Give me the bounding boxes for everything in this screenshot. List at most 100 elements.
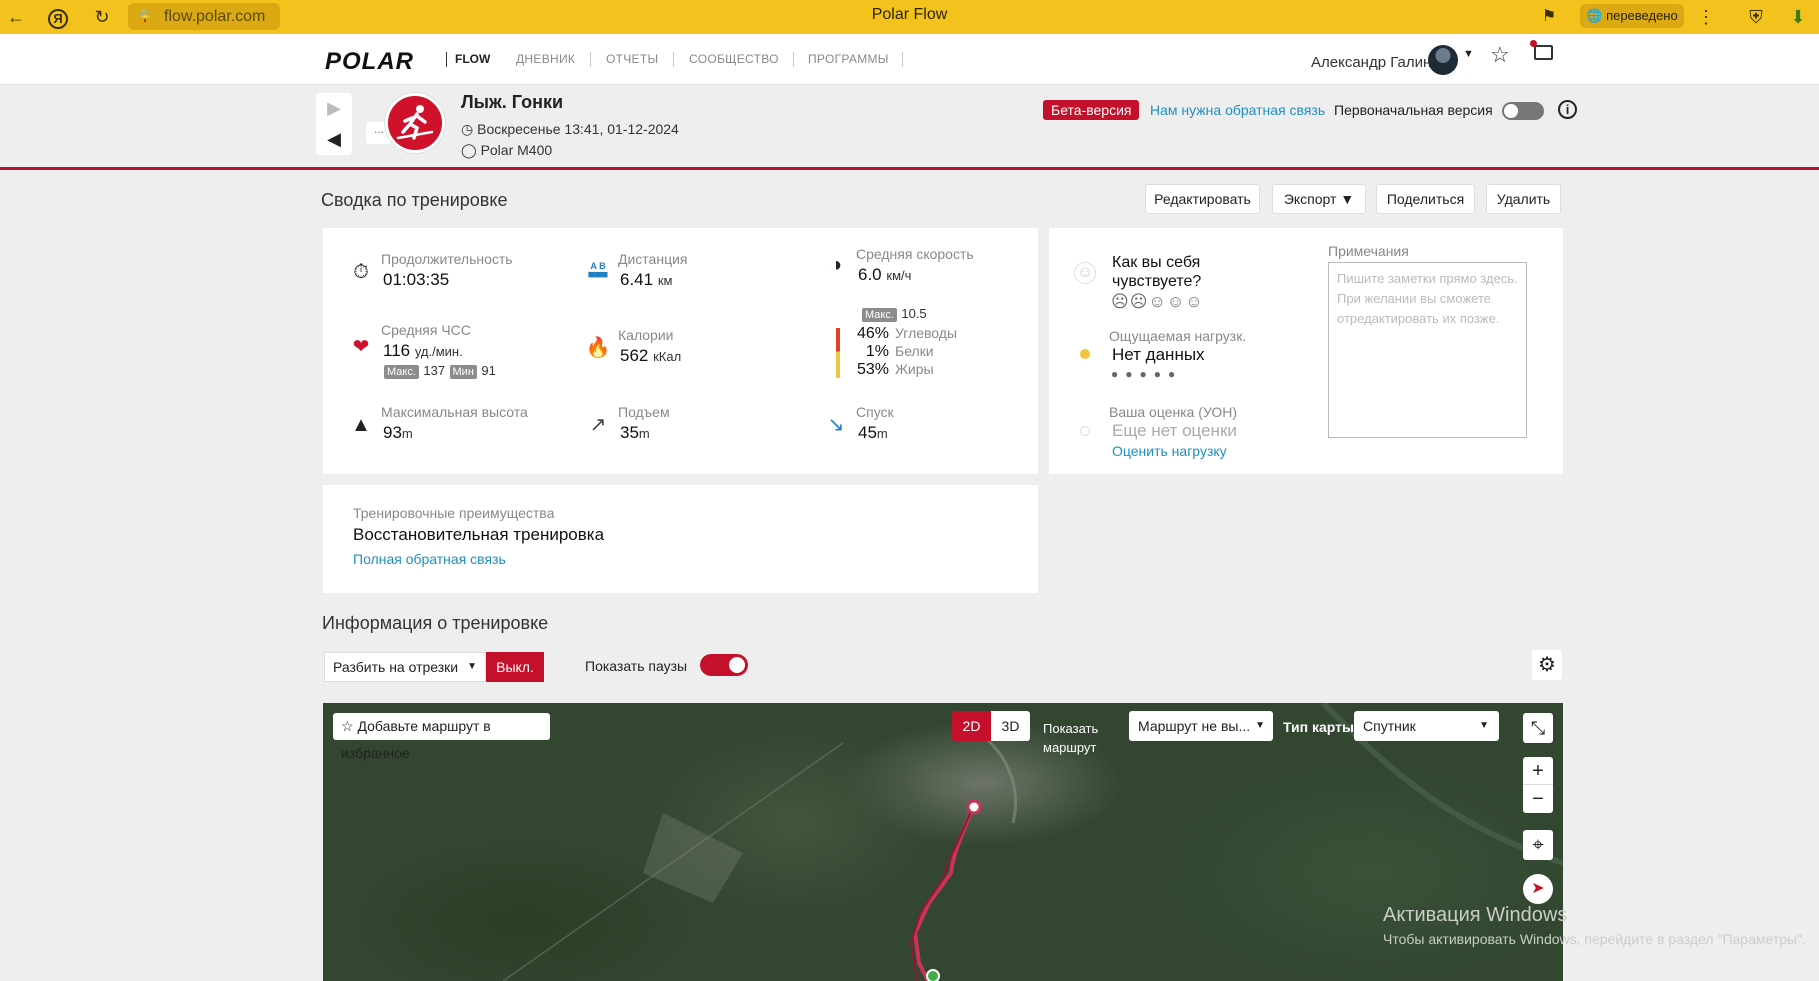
rate-load-link[interactable]: Оценить нагрузку <box>1112 443 1227 459</box>
distance-icon-text: A B <box>590 261 606 271</box>
split-off-button[interactable]: Выкл. <box>486 652 544 682</box>
status-dot <box>1080 349 1090 359</box>
fat-pct: 53% <box>856 361 889 378</box>
fullscreen-icon[interactable]: ⤡ <box>1523 713 1553 743</box>
show-route-label: Показать маршрут <box>1043 721 1099 755</box>
gear-icon[interactable]: ⚙ <box>1532 650 1562 680</box>
mood-rating[interactable]: ☹☹☺☺☺ <box>1111 292 1204 312</box>
map-type-select[interactable]: Спутник ▼ <box>1354 711 1499 741</box>
nav-diary[interactable]: ДНЕВНИК <box>516 52 575 67</box>
skiing-icon <box>385 93 445 153</box>
user-name[interactable]: Александр Галин <box>1311 54 1431 71</box>
route-map[interactable]: ☆ Добавьте маршрут в избранное 2D 3D Пок… <box>323 703 1563 981</box>
ascent-value: 35m <box>620 423 650 443</box>
original-version-toggle[interactable] <box>1502 102 1544 120</box>
nav-programs[interactable]: ПРОГРАММЫ <box>808 52 889 67</box>
star-icon[interactable]: ☆ <box>1490 42 1510 68</box>
delete-button[interactable]: Удалить <box>1486 184 1561 214</box>
avatar[interactable] <box>1428 45 1458 75</box>
map-3d-button[interactable]: 3D <box>991 711 1030 741</box>
benefit-label: Тренировочные преимущества <box>353 505 555 521</box>
rpe-value: Еще нет оценки <box>1112 421 1237 440</box>
activity-nav: ▶ ◀ <box>316 93 352 155</box>
flame-icon: 🔥 <box>585 337 611 359</box>
translated-label: переведено <box>1606 8 1678 23</box>
export-button[interactable]: Экспорт ▼ <box>1272 184 1366 214</box>
heartrate-label: Средняя ЧСС <box>381 322 471 338</box>
macro-bar <box>836 328 840 378</box>
route-select[interactable]: Маршрут не вы... ▼ <box>1129 711 1273 741</box>
max-altitude-value: 93m <box>383 423 413 443</box>
menu-dots-icon[interactable]: ⋮ <box>1692 0 1720 34</box>
feedback-link[interactable]: Нам нужна обратная связь <box>1150 102 1325 118</box>
zoom-out-button[interactable]: − <box>1523 785 1553 813</box>
sport-title: Лыж. Гонки <box>461 92 564 112</box>
show-pauses-toggle[interactable] <box>700 654 748 676</box>
show-pauses-label: Показать паузы <box>585 658 688 674</box>
heartrate-number: 116 <box>383 341 411 360</box>
route-end-marker <box>966 799 982 815</box>
route-start-marker <box>926 969 940 981</box>
original-version-label: Первоначальная версия <box>1334 102 1493 118</box>
next-activity-icon[interactable]: ▶ <box>316 93 352 124</box>
map-type-value: Спутник <box>1363 718 1416 734</box>
bookmark-icon[interactable]: ⚑ <box>1535 0 1563 34</box>
chevron-down-icon[interactable]: ▼ <box>1463 48 1474 60</box>
mood-bad-icon[interactable]: ☹ <box>1130 292 1149 311</box>
map-type-label: Тип карты <box>1283 719 1354 735</box>
mood-good-icon[interactable]: ☺ <box>1167 292 1185 311</box>
hr-min-value: 91 <box>481 363 496 378</box>
activity-device-text: Polar M400 <box>480 142 553 158</box>
translate-icon: 🌐 <box>1586 8 1607 23</box>
speed-number: 6.0 <box>858 265 882 284</box>
split-select[interactable]: Разбить на отрезки ▼ <box>324 652 486 682</box>
shield-extension-icon[interactable]: ⛨ <box>1742 0 1770 34</box>
speed-unit: км/ч <box>886 268 912 283</box>
top-nav: POLAR FLOW ДНЕВНИК ОТЧЕТЫ СООБЩЕСТВО ПРО… <box>0 34 1819 85</box>
notes-label: Примечания <box>1328 243 1409 259</box>
activity-device: ◯ Polar M400 <box>461 142 552 159</box>
status-dot-empty <box>1080 426 1090 436</box>
compass-icon[interactable]: ➤ <box>1523 874 1553 904</box>
mood-neutral-icon[interactable]: ☺ <box>1148 292 1166 311</box>
zoom-in-button[interactable]: + <box>1523 757 1553 785</box>
descent-icon: ↘ <box>827 414 845 436</box>
speedometer-icon: ◑ <box>829 254 843 276</box>
notes-textarea[interactable]: Пишите заметки прямо здесь. При желании … <box>1328 262 1527 438</box>
translated-badge[interactable]: 🌐 переведено <box>1580 4 1684 28</box>
nav-separator <box>793 52 794 67</box>
share-button[interactable]: Поделиться <box>1376 184 1475 214</box>
calories-value: 562 кКал <box>620 346 681 366</box>
map-2d-button[interactable]: 2D <box>952 711 991 741</box>
speed-max: Макс. 10.5 <box>862 305 927 323</box>
nav-separator <box>590 52 591 67</box>
info-icon[interactable]: i <box>1558 100 1577 119</box>
prev-activity-icon[interactable]: ◀ <box>316 124 352 155</box>
nav-reports[interactable]: ОТЧЕТЫ <box>606 52 658 67</box>
download-icon[interactable]: ⬇ <box>1784 0 1812 34</box>
favorite-route-button[interactable]: ☆ Добавьте маршрут в избранное <box>333 713 550 761</box>
full-feedback-link[interactable]: Полная обратная связь <box>353 551 506 567</box>
polar-logo[interactable]: POLAR <box>325 48 414 76</box>
chevron-down-icon: ▼ <box>467 661 477 672</box>
max-badge: Макс. <box>384 365 419 379</box>
nav-community[interactable]: СООБЩЕСТВО <box>689 52 779 67</box>
distance-unit: км <box>657 273 673 288</box>
smiley-icon: ☺ <box>1074 262 1096 284</box>
training-benefit-panel: Тренировочные преимущества Восстановител… <box>323 485 1038 593</box>
descent-label: Спуск <box>856 404 894 420</box>
perceived-load-dots[interactable]: ●●●●● <box>1111 367 1182 381</box>
mood-very-bad-icon[interactable]: ☹ <box>1111 292 1130 311</box>
route-select-value: Маршрут не вы... <box>1138 718 1251 734</box>
distance-value: 6.41 км <box>620 270 672 290</box>
edit-button[interactable]: Редактировать <box>1145 184 1260 214</box>
star-icon: ☆ <box>341 718 358 734</box>
flow-tag[interactable]: FLOW <box>446 52 490 67</box>
mood-very-good-icon[interactable]: ☺ <box>1185 292 1203 311</box>
hr-max-value: 137 <box>423 363 446 378</box>
messages-icon[interactable] <box>1530 40 1553 60</box>
locate-icon[interactable]: ⌖ <box>1523 830 1553 860</box>
calories-unit: кКал <box>653 349 682 364</box>
clock-icon: ◷ <box>461 121 478 137</box>
carbs-pct: 46% <box>856 325 889 342</box>
